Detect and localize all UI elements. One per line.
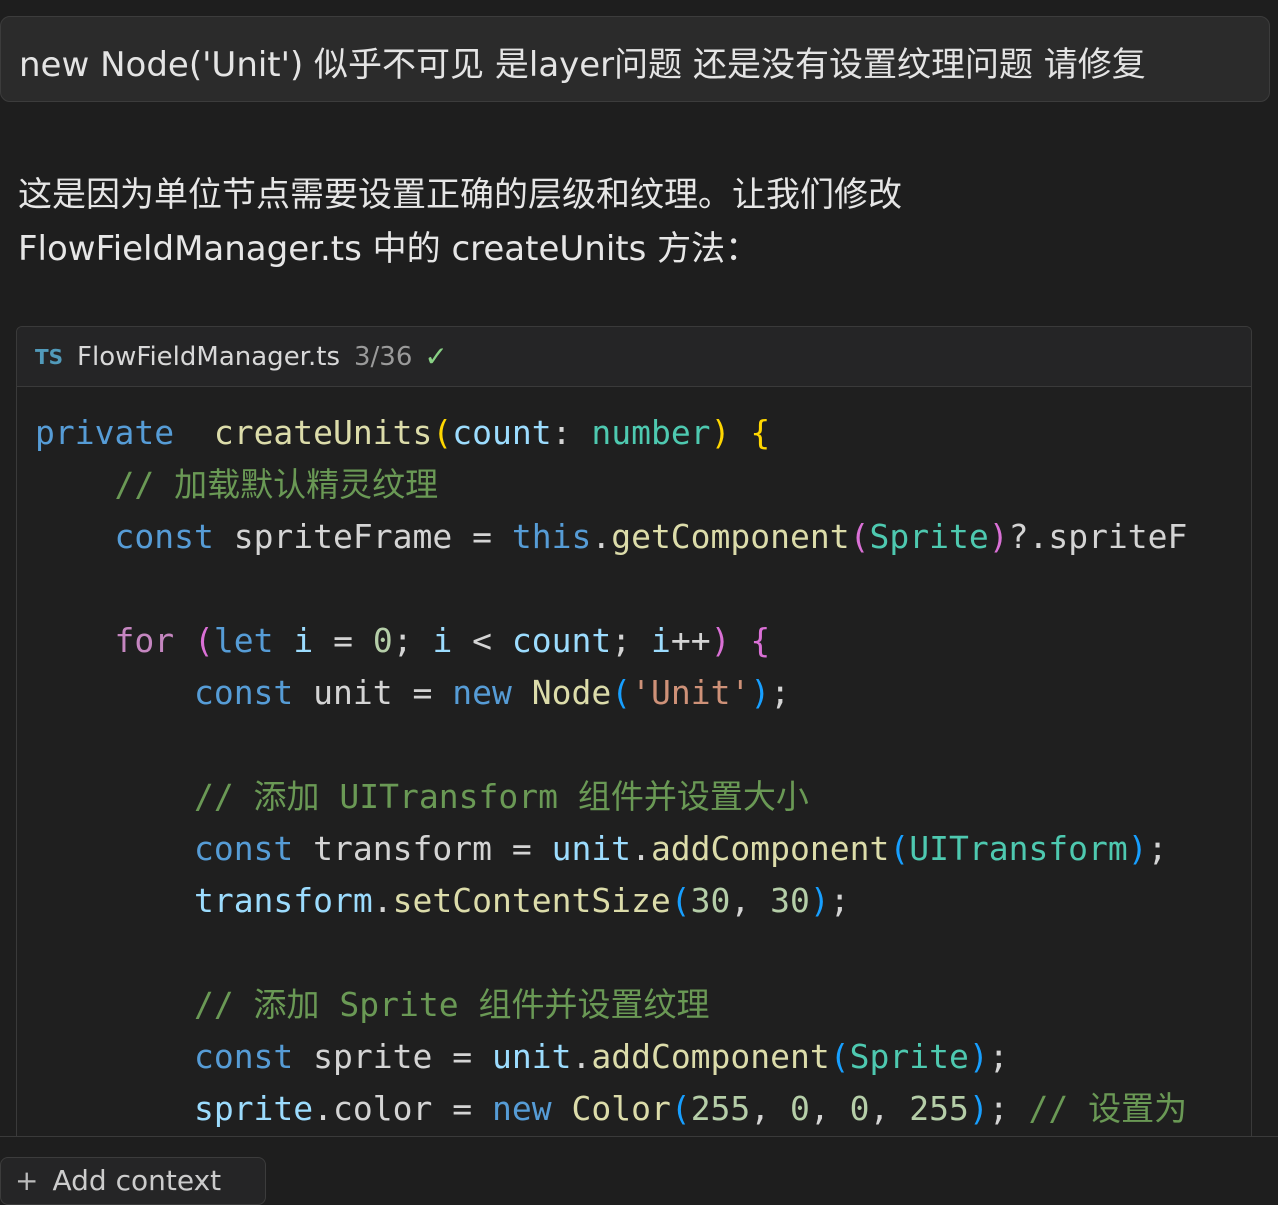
plus-icon: + xyxy=(15,1164,39,1197)
code-block: TS FlowFieldManager.ts 3/36 ✓ private cr… xyxy=(16,326,1252,1184)
code-line: // 添加 Sprite 组件并设置纹理 xyxy=(193,985,710,1024)
code-block-header[interactable]: TS FlowFieldManager.ts 3/36 ✓ xyxy=(17,327,1251,387)
code-line: transform.setContentSize(30, 30); xyxy=(193,881,850,920)
assistant-reply: 这是因为单位节点需要设置正确的层级和纹理。让我们修改 FlowFieldMana… xyxy=(18,168,1258,276)
code-content: private createUnits(count: number) { // … xyxy=(17,387,1251,1135)
code-filename[interactable]: FlowFieldManager.ts xyxy=(77,342,340,372)
footer-bar: + Add context xyxy=(0,1136,1278,1205)
code-line: const unit = new Node('Unit'); xyxy=(193,673,791,712)
typescript-icon: TS xyxy=(35,344,64,369)
add-context-button[interactable]: + Add context xyxy=(0,1157,266,1205)
code-line: sprite.color = new Color(255, 0, 0, 255)… xyxy=(193,1089,1188,1128)
code-line: const transform = unit.addComponent(UITr… xyxy=(193,829,1168,868)
reply-line-1: 这是因为单位节点需要设置正确的层级和纹理。让我们修改 xyxy=(18,175,902,215)
code-line: private createUnits(count: number) { xyxy=(35,413,771,452)
user-message[interactable]: new Node('Unit') 似乎不可见 是layer问题 还是没有设置纹理… xyxy=(0,16,1270,102)
code-line: for (let i = 0; i < count; i++) { xyxy=(114,621,771,660)
code-line: const sprite = unit.addComponent(Sprite)… xyxy=(193,1037,1009,1076)
check-icon: ✓ xyxy=(424,340,448,373)
add-context-label: Add context xyxy=(52,1164,222,1197)
change-count: 3/36 xyxy=(354,341,413,372)
reply-line-2: FlowFieldManager.ts 中的 createUnits 方法： xyxy=(18,229,760,269)
code-line: const spriteFrame = this.getComponent(Sp… xyxy=(114,517,1188,556)
code-line: // 加载默认精灵纹理 xyxy=(114,465,439,504)
code-line: // 添加 UITransform 组件并设置大小 xyxy=(193,777,809,816)
